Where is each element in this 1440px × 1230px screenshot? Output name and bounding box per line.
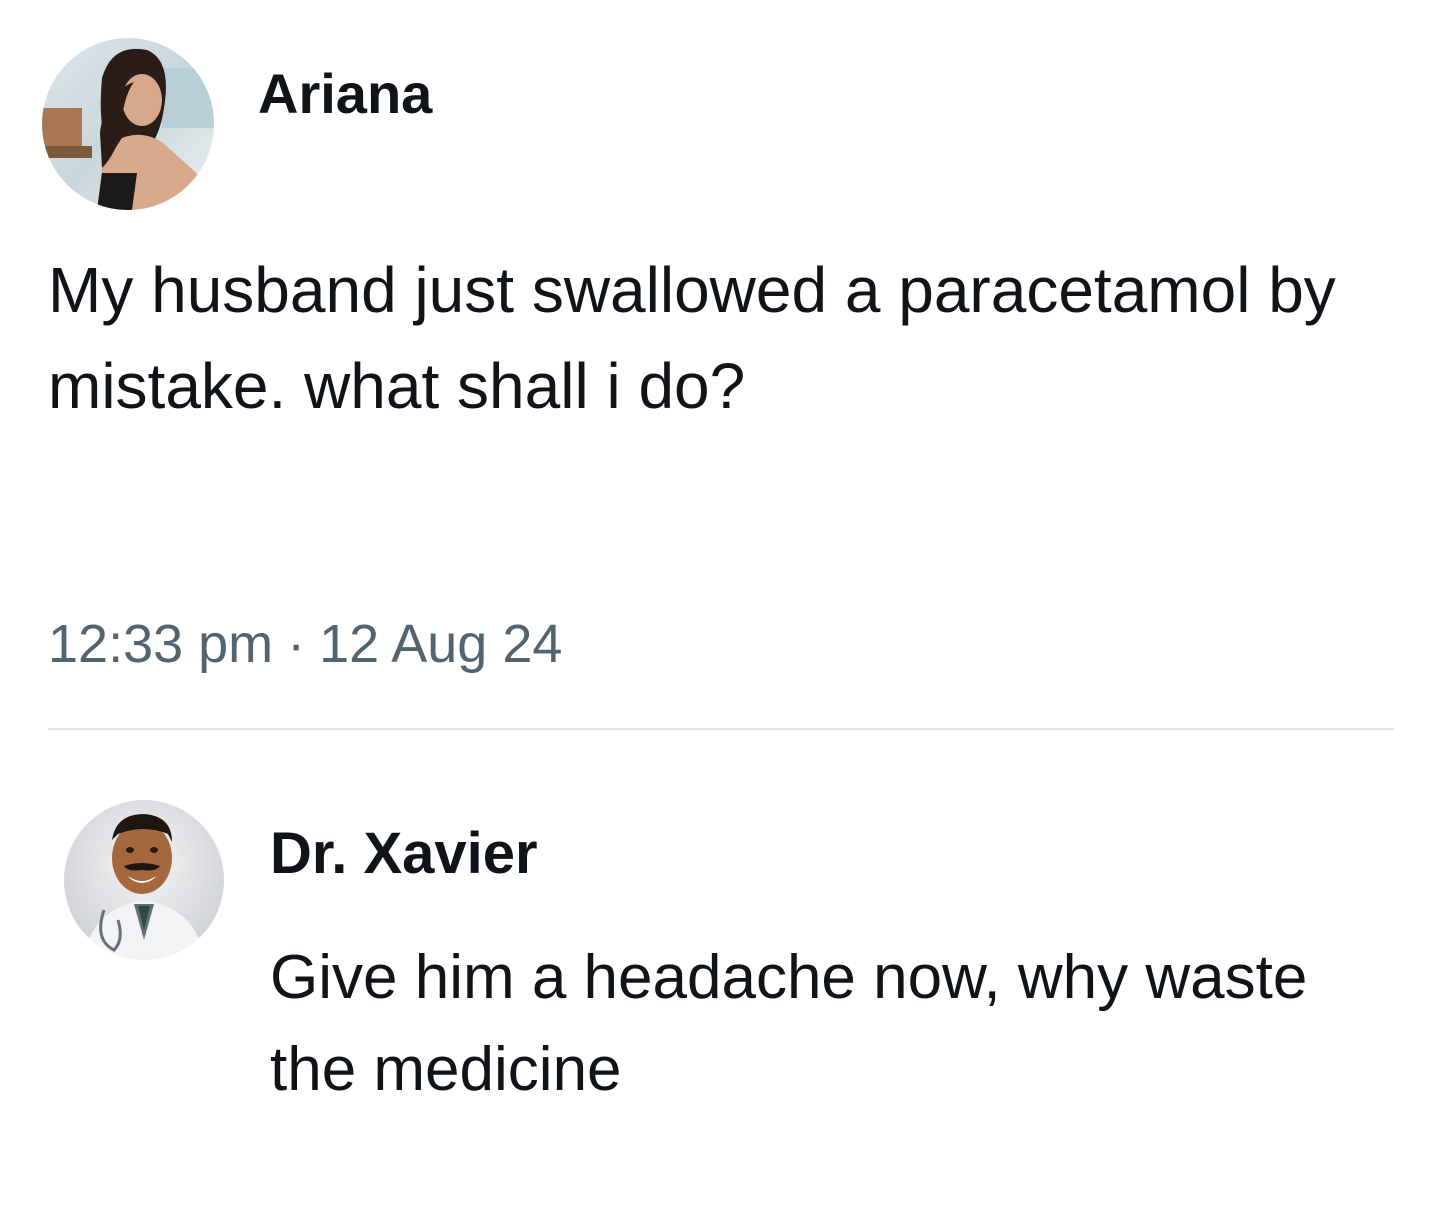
post-time: 12:33 pm xyxy=(48,614,274,674)
reply-author-name[interactable]: Dr. Xavier xyxy=(270,822,538,886)
doctor-portrait-icon xyxy=(64,800,224,960)
divider xyxy=(48,728,1394,730)
post-text: My husband just swallowed a paracetamol … xyxy=(48,254,1336,422)
post-timestamp[interactable]: 12:33 pm · 12 Aug 24 xyxy=(48,612,562,676)
ariana-avatar[interactable] xyxy=(42,38,214,210)
author-name[interactable]: Ariana xyxy=(258,62,432,126)
post-date: 12 Aug 24 xyxy=(319,614,563,674)
timestamp-separator: · xyxy=(287,614,306,674)
woman-portrait-icon xyxy=(42,38,214,210)
reply-text: Give him a headache now, why waste the m… xyxy=(270,943,1308,1104)
xavier-avatar[interactable] xyxy=(64,800,224,960)
